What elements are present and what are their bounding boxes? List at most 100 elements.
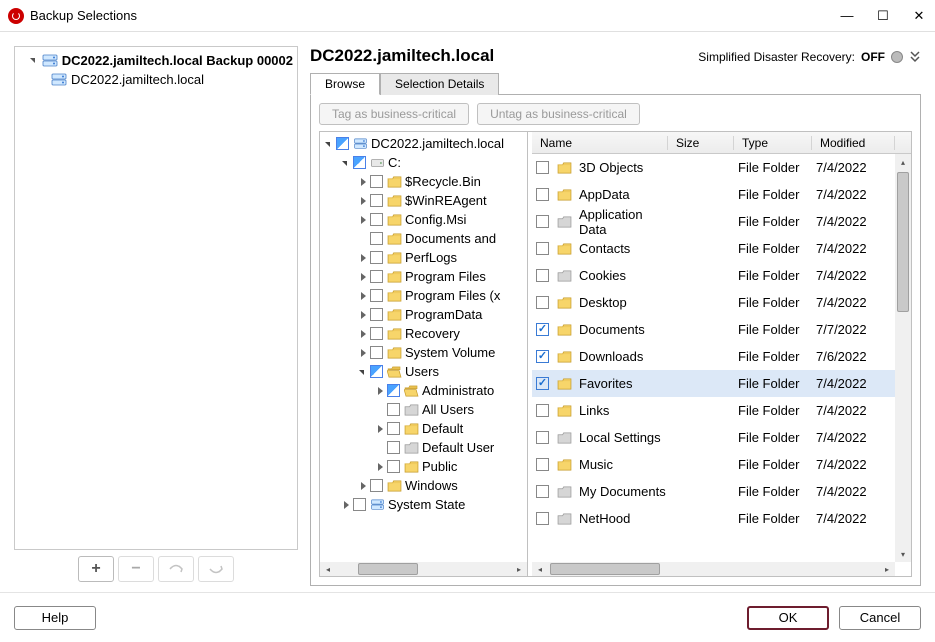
directory-node[interactable]: Program Files (x	[320, 286, 527, 305]
row-checkbox[interactable]	[536, 296, 549, 309]
directory-node[interactable]: Users	[320, 362, 527, 381]
checkbox[interactable]	[370, 308, 383, 321]
expander-icon[interactable]	[358, 253, 368, 263]
checkbox[interactable]	[353, 156, 366, 169]
column-header-type[interactable]: Type	[734, 136, 812, 150]
checkbox[interactable]	[336, 137, 349, 150]
file-row[interactable]: NetHoodFile Folder7/4/2022	[532, 505, 911, 532]
row-checkbox[interactable]	[536, 485, 549, 498]
directory-node[interactable]: DC2022.jamiltech.local	[320, 134, 527, 153]
checkbox[interactable]	[387, 441, 400, 454]
checkbox[interactable]	[387, 422, 400, 435]
expander-icon[interactable]	[358, 329, 368, 339]
expander-icon[interactable]	[358, 481, 368, 491]
move-up-button[interactable]	[158, 556, 194, 582]
tab-browse[interactable]: Browse	[310, 73, 380, 95]
checkbox[interactable]	[387, 384, 400, 397]
checkbox[interactable]	[387, 403, 400, 416]
checkbox[interactable]	[370, 327, 383, 340]
file-row[interactable]: LinksFile Folder7/4/2022	[532, 397, 911, 424]
ok-button[interactable]: OK	[747, 606, 829, 630]
file-row[interactable]: My DocumentsFile Folder7/4/2022	[532, 478, 911, 505]
directory-node[interactable]: Program Files	[320, 267, 527, 286]
expander-icon[interactable]	[358, 215, 368, 225]
expander-icon[interactable]	[29, 56, 38, 65]
row-checkbox[interactable]	[536, 350, 549, 363]
checkbox[interactable]	[353, 498, 366, 511]
checkbox[interactable]	[370, 213, 383, 226]
expander-icon[interactable]	[375, 462, 385, 472]
row-checkbox[interactable]	[536, 269, 549, 282]
row-checkbox[interactable]	[536, 404, 549, 417]
dir-tree-horizontal-scrollbar[interactable]: ◂ ▸	[320, 562, 527, 576]
row-checkbox[interactable]	[536, 242, 549, 255]
directory-node[interactable]: Windows	[320, 476, 527, 495]
expander-icon[interactable]	[375, 386, 385, 396]
column-header-size[interactable]: Size	[668, 136, 734, 150]
directory-node[interactable]: Default	[320, 419, 527, 438]
minimize-button[interactable]: —	[839, 8, 855, 24]
expander-icon[interactable]	[375, 424, 385, 434]
column-header-name[interactable]: Name	[532, 136, 668, 150]
checkbox[interactable]	[370, 346, 383, 359]
directory-node[interactable]: System State	[320, 495, 527, 514]
backup-jobs-tree[interactable]: DC2022.jamiltech.local Backup 00002 DC20…	[14, 46, 298, 550]
file-row[interactable]: DocumentsFile Folder7/7/2022	[532, 316, 911, 343]
checkbox[interactable]	[370, 175, 383, 188]
tab-selection-details[interactable]: Selection Details	[380, 73, 499, 95]
file-row[interactable]: ContactsFile Folder7/4/2022	[532, 235, 911, 262]
add-button[interactable]: +	[78, 556, 114, 582]
close-button[interactable]: ✕	[911, 8, 927, 24]
row-checkbox[interactable]	[536, 377, 549, 390]
file-list-vertical-scrollbar[interactable]: ▴ ▾	[895, 154, 911, 562]
file-row[interactable]: Application DataFile Folder7/4/2022	[532, 208, 911, 235]
expander-icon[interactable]	[324, 139, 334, 149]
row-checkbox[interactable]	[536, 215, 549, 228]
cancel-button[interactable]: Cancel	[839, 606, 921, 630]
directory-node[interactable]: $Recycle.Bin	[320, 172, 527, 191]
directory-node[interactable]: Recovery	[320, 324, 527, 343]
remove-button[interactable]: −	[118, 556, 154, 582]
tree-child-item[interactable]: DC2022.jamiltech.local	[15, 70, 297, 89]
titlebar[interactable]: Backup Selections — ☐ ✕	[0, 0, 935, 32]
file-row[interactable]: DesktopFile Folder7/4/2022	[532, 289, 911, 316]
expander-icon[interactable]	[341, 158, 351, 168]
expander-icon[interactable]	[358, 348, 368, 358]
row-checkbox[interactable]	[536, 323, 549, 336]
expander-icon[interactable]	[358, 310, 368, 320]
maximize-button[interactable]: ☐	[875, 8, 891, 24]
directory-tree[interactable]: DC2022.jamiltech.localC:$Recycle.Bin$Win…	[320, 132, 528, 576]
move-down-button[interactable]	[198, 556, 234, 582]
directory-node[interactable]: System Volume	[320, 343, 527, 362]
directory-node[interactable]: Config.Msi	[320, 210, 527, 229]
checkbox[interactable]	[387, 460, 400, 473]
file-row[interactable]: CookiesFile Folder7/4/2022	[532, 262, 911, 289]
checkbox[interactable]	[370, 232, 383, 245]
expander-icon[interactable]	[341, 500, 351, 510]
file-row[interactable]: MusicFile Folder7/4/2022	[532, 451, 911, 478]
directory-node[interactable]: ProgramData	[320, 305, 527, 324]
row-checkbox[interactable]	[536, 458, 549, 471]
expander-icon[interactable]	[358, 291, 368, 301]
directory-node[interactable]: Default User	[320, 438, 527, 457]
sdr-expand-button[interactable]	[909, 49, 921, 65]
column-header-modified[interactable]: Modified	[812, 136, 895, 150]
file-list[interactable]: Name Size Type Modified 3D ObjectsFile F…	[532, 132, 911, 576]
row-checkbox[interactable]	[536, 161, 549, 174]
file-row[interactable]: FavoritesFile Folder7/4/2022	[532, 370, 911, 397]
tree-root-item[interactable]: DC2022.jamiltech.local Backup 00002	[15, 51, 297, 70]
expander-icon[interactable]	[358, 196, 368, 206]
checkbox[interactable]	[370, 251, 383, 264]
file-row[interactable]: AppDataFile Folder7/4/2022	[532, 181, 911, 208]
checkbox[interactable]	[370, 365, 383, 378]
checkbox[interactable]	[370, 194, 383, 207]
expander-icon[interactable]	[358, 272, 368, 282]
help-button[interactable]: Help	[14, 606, 96, 630]
file-row[interactable]: DownloadsFile Folder7/6/2022	[532, 343, 911, 370]
row-checkbox[interactable]	[536, 512, 549, 525]
directory-node[interactable]: PerfLogs	[320, 248, 527, 267]
file-row[interactable]: Local SettingsFile Folder7/4/2022	[532, 424, 911, 451]
directory-node[interactable]: All Users	[320, 400, 527, 419]
expander-icon[interactable]	[358, 177, 368, 187]
directory-node[interactable]: Public	[320, 457, 527, 476]
